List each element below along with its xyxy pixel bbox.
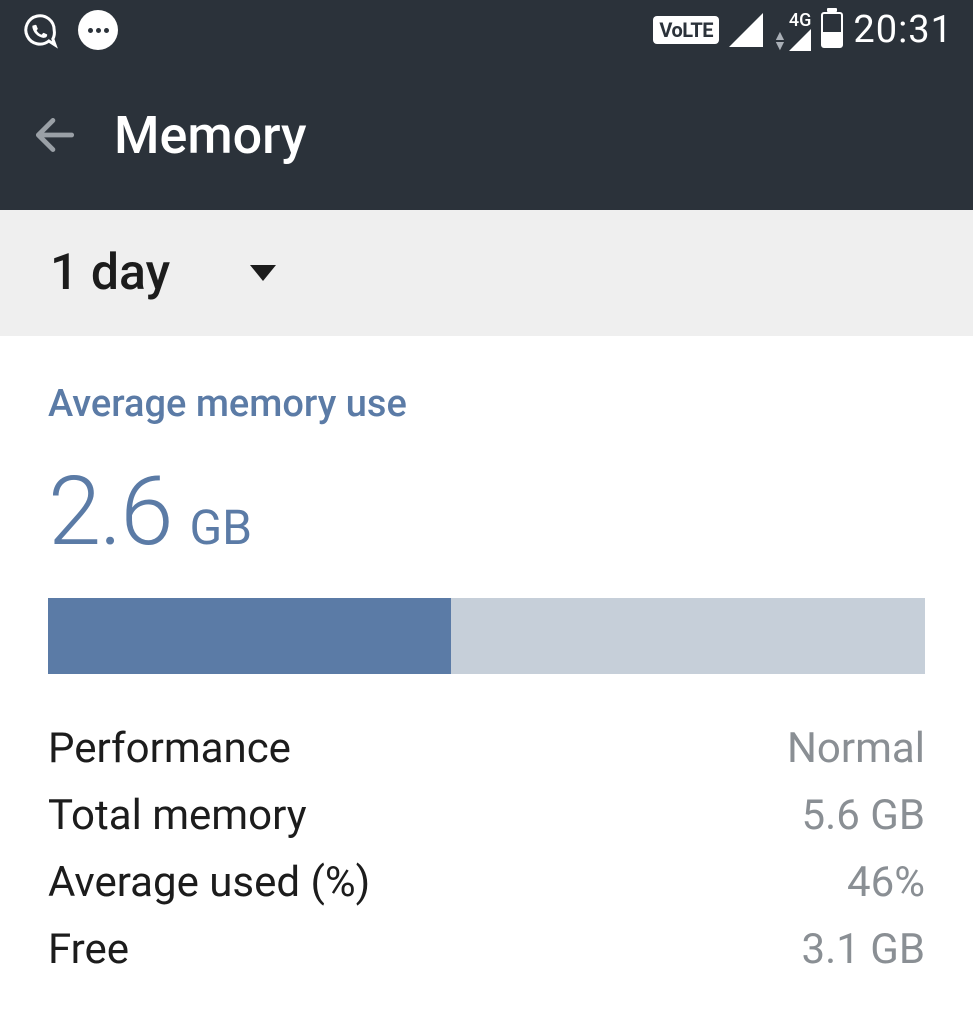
stat-value: 5.6 GB	[802, 791, 925, 840]
time-range-section: 1 day	[0, 210, 973, 336]
stat-row-total[interactable]: Total memory 5.6 GB	[48, 791, 925, 840]
memory-progress-bar	[48, 598, 925, 674]
average-memory-value: 2.6 GB	[48, 456, 925, 568]
time-range-label: 1 day	[50, 244, 170, 302]
average-memory-unit: GB	[189, 499, 252, 556]
average-memory-number: 2.6	[48, 456, 171, 568]
battery-icon	[821, 12, 843, 48]
back-button[interactable]	[30, 110, 80, 160]
stat-value: 46%	[847, 858, 925, 907]
stat-row-avg-pct[interactable]: Average used (%) 46%	[48, 858, 925, 907]
app-bar: Memory	[0, 60, 973, 210]
stat-value: Normal	[787, 724, 925, 773]
chevron-down-icon	[250, 265, 276, 281]
signal-icon	[729, 13, 763, 47]
network-4g-indicator: ▲▼ 4G	[773, 10, 811, 51]
volte-badge: VoLTE	[653, 16, 719, 44]
stat-value: 3.1 GB	[802, 925, 925, 974]
stat-label: Performance	[48, 724, 291, 773]
stat-row-free[interactable]: Free 3.1 GB	[48, 925, 925, 974]
clock: 20:31	[853, 8, 953, 52]
stat-label: Total memory	[48, 791, 307, 840]
stat-label: Free	[48, 925, 129, 974]
memory-progress-fill	[48, 598, 451, 674]
network-label: 4G	[789, 10, 812, 31]
stat-label: Average used (%)	[48, 858, 370, 907]
stat-row-performance[interactable]: Performance Normal	[48, 724, 925, 773]
messaging-icon	[78, 10, 118, 50]
status-bar: VoLTE ▲▼ 4G 20:31	[0, 0, 973, 60]
page-title: Memory	[114, 105, 306, 166]
arrow-left-icon	[30, 110, 80, 160]
battery-fill	[823, 32, 841, 46]
time-range-dropdown[interactable]: 1 day	[50, 244, 276, 302]
whatsapp-icon	[20, 10, 60, 50]
memory-panel: Average memory use 2.6 GB Performance No…	[0, 336, 973, 1032]
section-title: Average memory use	[48, 382, 925, 426]
